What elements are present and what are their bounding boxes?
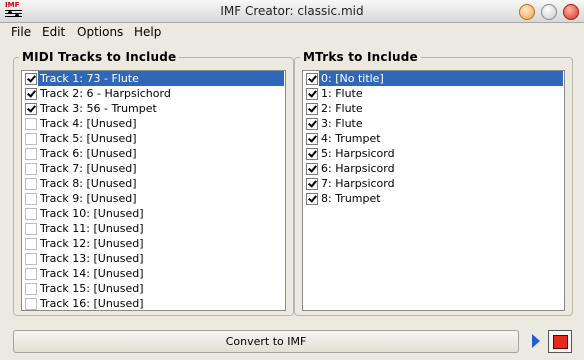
- checkbox[interactable]: [25, 253, 37, 265]
- menu-options[interactable]: Options: [77, 25, 123, 39]
- window-title: IMF Creator: classic.mid: [220, 4, 364, 18]
- midi-track-row[interactable]: Track 14: [Unused]: [22, 266, 285, 281]
- item-label: Track 10: [Unused]: [40, 207, 144, 220]
- checkbox[interactable]: [25, 133, 37, 145]
- midi-track-row[interactable]: Track 4: [Unused]: [22, 116, 285, 131]
- item-label: Track 15: [Unused]: [40, 282, 144, 295]
- checkbox[interactable]: [25, 298, 37, 310]
- midi-track-row[interactable]: Track 10: [Unused]: [22, 206, 285, 221]
- close-icon[interactable]: [563, 4, 579, 20]
- item-label: 4: Trumpet: [321, 132, 381, 145]
- item-label: Track 13: [Unused]: [40, 252, 144, 265]
- mtrk-row[interactable]: 6: Harpsicord: [303, 161, 564, 176]
- item-label: Track 5: [Unused]: [40, 132, 137, 145]
- mtrk-row[interactable]: 3: Flute: [303, 116, 564, 131]
- item-label: Track 14: [Unused]: [40, 267, 144, 280]
- title-bar: IMF IMF Creator: classic.mid: [0, 0, 584, 23]
- midi-track-row[interactable]: Track 9: [Unused]: [22, 191, 285, 206]
- menu-file[interactable]: File: [11, 25, 31, 39]
- menu-edit[interactable]: Edit: [42, 25, 65, 39]
- mtrk-row[interactable]: 2: Flute: [303, 101, 564, 116]
- item-label: Track 2: 6 - Harpsichord: [40, 87, 171, 100]
- checkbox[interactable]: [25, 103, 37, 115]
- checkbox[interactable]: [306, 148, 318, 160]
- midi-track-row[interactable]: Track 12: [Unused]: [22, 236, 285, 251]
- midi-tracks-list[interactable]: Track 1: 73 - Flute Track 2: 6 - Harpsich…: [21, 70, 286, 311]
- item-label: 1: Flute: [321, 87, 363, 100]
- convert-to-imf-button[interactable]: Convert to IMF: [13, 330, 519, 353]
- checkbox[interactable]: [25, 163, 37, 175]
- checkbox[interactable]: [306, 193, 318, 205]
- checkbox[interactable]: [25, 118, 37, 130]
- item-label: Track 12: [Unused]: [40, 237, 144, 250]
- checkbox[interactable]: [25, 193, 37, 205]
- midi-track-row[interactable]: Track 7: [Unused]: [22, 161, 285, 176]
- item-label: 0: [No title]: [319, 71, 563, 86]
- checkbox[interactable]: [306, 163, 318, 175]
- item-label: 7: Harpsicord: [321, 177, 395, 190]
- midi-tracks-group: MIDI Tracks to Include Track 1: 73 - Flu…: [13, 50, 294, 316]
- play-icon[interactable]: [529, 332, 543, 350]
- mtrk-row[interactable]: 5: Harpsicord: [303, 146, 564, 161]
- minimize-icon[interactable]: [519, 4, 535, 20]
- checkbox[interactable]: [306, 133, 318, 145]
- item-label: 8: Trumpet: [321, 192, 381, 205]
- midi-track-row[interactable]: Track 5: [Unused]: [22, 131, 285, 146]
- midi-tracks-title: MIDI Tracks to Include: [19, 50, 180, 64]
- checkbox[interactable]: [25, 88, 37, 100]
- checkbox[interactable]: [25, 73, 37, 85]
- menu-bar: File Edit Options Help: [0, 23, 584, 41]
- item-label: 2: Flute: [321, 102, 363, 115]
- checkbox[interactable]: [25, 283, 37, 295]
- stop-icon[interactable]: [548, 330, 572, 353]
- item-label: 3: Flute: [321, 117, 363, 130]
- mtrk-row[interactable]: 0: [No title]: [303, 71, 564, 86]
- checkbox[interactable]: [306, 73, 318, 85]
- menu-help[interactable]: Help: [134, 25, 161, 39]
- item-label: Track 3: 56 - Trumpet: [40, 102, 157, 115]
- mtrks-group: MTrks to Include 0: [No title] 1: Flute 2:…: [294, 50, 573, 316]
- maximize-icon[interactable]: [541, 4, 557, 20]
- midi-track-row[interactable]: Track 6: [Unused]: [22, 146, 285, 161]
- mtrk-row[interactable]: 8: Trumpet: [303, 191, 564, 206]
- checkbox[interactable]: [25, 238, 37, 250]
- midi-track-row[interactable]: Track 13: [Unused]: [22, 251, 285, 266]
- midi-track-row[interactable]: Track 15: [Unused]: [22, 281, 285, 296]
- item-label: 6: Harpsicord: [321, 162, 395, 175]
- midi-track-row[interactable]: Track 2: 6 - Harpsichord: [22, 86, 285, 101]
- midi-track-row[interactable]: Track 16: [Unused]: [22, 296, 285, 310]
- mtrk-row[interactable]: 7: Harpsicord: [303, 176, 564, 191]
- mtrks-list[interactable]: 0: [No title] 1: Flute 2: Flute 3: Flute 4: …: [302, 70, 565, 311]
- checkbox[interactable]: [25, 148, 37, 160]
- item-label: Track 7: [Unused]: [40, 162, 137, 175]
- checkbox[interactable]: [25, 178, 37, 190]
- checkbox[interactable]: [306, 118, 318, 130]
- checkbox[interactable]: [25, 208, 37, 220]
- checkbox[interactable]: [25, 268, 37, 280]
- mtrk-row[interactable]: 4: Trumpet: [303, 131, 564, 146]
- item-label: Track 16: [Unused]: [40, 297, 144, 310]
- mtrk-row[interactable]: 1: Flute: [303, 86, 564, 101]
- midi-track-row[interactable]: Track 8: [Unused]: [22, 176, 285, 191]
- checkbox[interactable]: [25, 223, 37, 235]
- midi-track-row[interactable]: Track 3: 56 - Trumpet: [22, 101, 285, 116]
- item-label: Track 6: [Unused]: [40, 147, 137, 160]
- midi-track-row[interactable]: Track 1: 73 - Flute: [22, 71, 285, 86]
- item-label: Track 4: [Unused]: [40, 117, 137, 130]
- item-label: Track 1: 73 - Flute: [38, 71, 284, 86]
- checkbox[interactable]: [306, 103, 318, 115]
- mtrks-title: MTrks to Include: [300, 50, 421, 64]
- checkbox[interactable]: [306, 88, 318, 100]
- item-label: Track 8: [Unused]: [40, 177, 137, 190]
- midi-track-row[interactable]: Track 11: [Unused]: [22, 221, 285, 236]
- item-label: Track 9: [Unused]: [40, 192, 137, 205]
- item-label: 5: Harpsicord: [321, 147, 395, 160]
- checkbox[interactable]: [306, 178, 318, 190]
- item-label: Track 11: [Unused]: [40, 222, 144, 235]
